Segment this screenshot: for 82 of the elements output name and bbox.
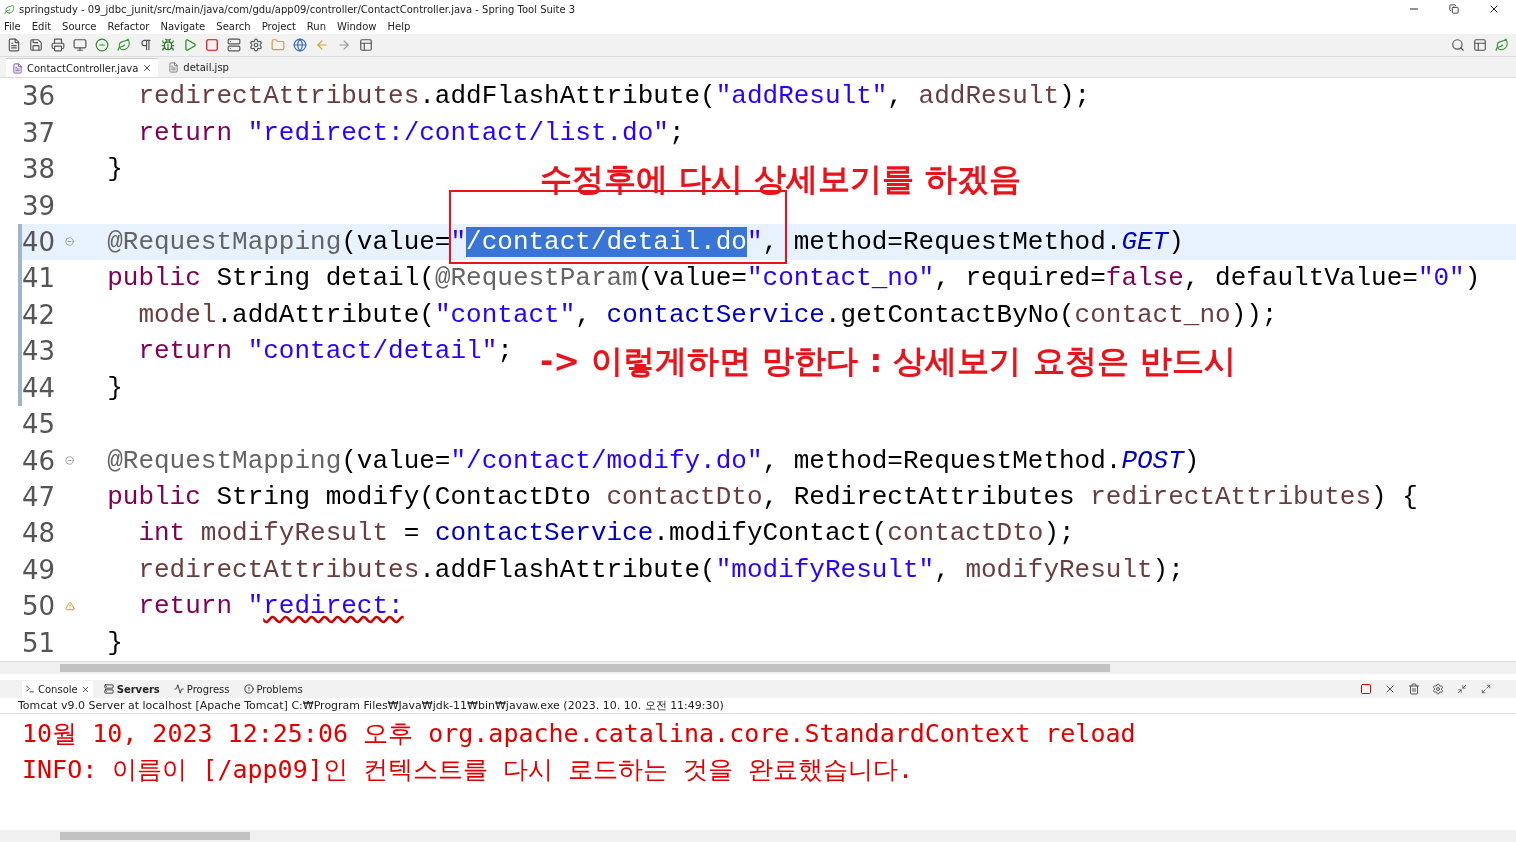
horizontal-scrollbar[interactable] bbox=[0, 662, 1516, 674]
leaf-icon[interactable] bbox=[1494, 37, 1510, 53]
line-number: 51 bbox=[22, 627, 57, 658]
menu-item[interactable]: Window bbox=[337, 20, 377, 32]
line-number: 37 bbox=[22, 117, 57, 148]
code-line: return "contact/detail"; bbox=[137, 336, 513, 367]
pilcrow-icon[interactable] bbox=[138, 37, 154, 53]
code-line: public String detail(@RequestParam(value="contact_no", required=false, defaultValue="0") bbox=[106, 263, 1481, 294]
line-number: 40 bbox=[22, 226, 57, 257]
globe-icon[interactable] bbox=[292, 37, 308, 53]
server-icon bbox=[103, 684, 114, 694]
menu-item[interactable]: Refactor bbox=[107, 20, 150, 32]
line-number: 50 bbox=[22, 591, 57, 622]
file-icon bbox=[168, 62, 180, 73]
alert-icon bbox=[243, 684, 254, 694]
code-line: model.addAttribute("contact", contactService.getContactByNo(contact_no)); bbox=[137, 299, 1278, 330]
menu-item[interactable]: Help bbox=[387, 20, 411, 32]
gear-icon[interactable] bbox=[1430, 681, 1446, 697]
menu-item[interactable]: Run bbox=[306, 20, 327, 32]
menu-item[interactable]: Project bbox=[261, 20, 296, 32]
code-line: int modifyResult = contactService.modifyContact(contactDto); bbox=[137, 518, 1075, 549]
console-line: INFO: 이름이 [/app09]인 컨텍스트를 다시 로드하는 것을 완료했습니다. bbox=[22, 754, 915, 786]
annotation-text: 수정후에 다시 상세보기를 하겠음 bbox=[540, 159, 1022, 200]
monitor-icon[interactable] bbox=[72, 37, 88, 53]
close-icon[interactable] bbox=[142, 63, 153, 73]
code-line: return "redirect: bbox=[137, 591, 404, 622]
editor-tab[interactable]: detail.jsp bbox=[162, 58, 235, 77]
code-line: redirectAttributes.addFlashAttribute("modifyResult", modifyResult); bbox=[137, 554, 1184, 585]
horizontal-scrollbar[interactable] bbox=[0, 830, 1516, 842]
menu-item[interactable]: File bbox=[4, 20, 21, 32]
line-number: 39 bbox=[22, 190, 57, 221]
gear-icon[interactable] bbox=[248, 37, 264, 53]
code-line: @RequestMapping(value="/contact/detail.do", method=RequestMethod.GET) bbox=[106, 226, 1184, 257]
code-line: @RequestMapping(value="/contact/modify.do", method=RequestMethod.POST) bbox=[106, 445, 1200, 476]
menu-item[interactable]: Edit bbox=[31, 20, 52, 32]
close-icon bbox=[1488, 3, 1500, 15]
window-title: springstudy - 09_jdbc_junit/src/main/java/com/gdu/app09/controller/ContactController.java - Spring Tool Suite 3 bbox=[19, 3, 577, 15]
panel-tab[interactable]: Servers bbox=[100, 680, 163, 698]
line-number: 49 bbox=[22, 554, 57, 585]
code-line: } bbox=[106, 627, 123, 658]
new-file-icon[interactable] bbox=[6, 37, 22, 53]
window-icon[interactable] bbox=[358, 37, 374, 53]
save-icon[interactable] bbox=[28, 37, 44, 53]
java-file-icon bbox=[12, 62, 23, 74]
menu-item[interactable]: Source bbox=[62, 20, 97, 32]
menu-item[interactable]: Search bbox=[216, 20, 251, 32]
line-number: 41 bbox=[22, 263, 57, 294]
code-line: return "redirect:/contact/list.do"; bbox=[137, 117, 685, 148]
line-number: 47 bbox=[22, 482, 57, 513]
line-number: 42 bbox=[22, 299, 57, 330]
console-description: Tomcat v9.0 Server at localhost [Apache Tomcat] C:₩Program Files₩Java₩jdk-11₩bin₩javaw.exe (2023. 10. 10. 오전 11:49:30) bbox=[0, 698, 1516, 714]
console-icon bbox=[25, 684, 35, 694]
run-icon[interactable] bbox=[182, 37, 198, 53]
print-icon[interactable] bbox=[50, 37, 66, 53]
leaf-logo-icon bbox=[4, 3, 15, 15]
panel-tab[interactable]: Console bbox=[22, 680, 93, 698]
code-line: } bbox=[106, 154, 123, 185]
line-number: 44 bbox=[22, 372, 57, 403]
code-line: public String modify(ContactDto contactDto, RedirectAttributes redirectAttributes) { bbox=[106, 482, 1418, 513]
code-line: } bbox=[106, 372, 123, 403]
stop-icon[interactable] bbox=[204, 37, 220, 53]
close-icon[interactable] bbox=[80, 684, 90, 694]
code-line: redirectAttributes.addFlashAttribute("addResult", addResult); bbox=[137, 81, 1091, 112]
bug-icon[interactable] bbox=[160, 37, 176, 53]
panel-tab[interactable]: Problems bbox=[240, 680, 306, 698]
line-number: 38 bbox=[22, 154, 57, 185]
leaf-icon[interactable] bbox=[116, 37, 132, 53]
server-icon[interactable] bbox=[226, 37, 242, 53]
fold-icon[interactable] bbox=[65, 456, 74, 466]
menu-item[interactable]: Navigate bbox=[160, 20, 206, 32]
line-number: 45 bbox=[22, 409, 57, 440]
line-number: 46 bbox=[22, 445, 57, 476]
stop-icon[interactable] bbox=[1358, 681, 1374, 697]
search-icon[interactable] bbox=[1450, 37, 1466, 53]
panel-tab[interactable]: Progress bbox=[170, 680, 233, 698]
restore-icon bbox=[1449, 4, 1459, 14]
line-number: 43 bbox=[22, 336, 57, 367]
editor-tab[interactable]: ContactController.java bbox=[6, 58, 159, 77]
line-number: 48 bbox=[22, 518, 57, 549]
annotation-text: -> 이렇게하면 망한다 : 상세보기 요청은 반드시 bbox=[540, 341, 1236, 382]
console-line: 10월 10, 2023 12:25:06 오후 org.apache.catalina.core.StandardContext reload bbox=[22, 718, 1137, 750]
line-number: 36 bbox=[22, 81, 57, 112]
